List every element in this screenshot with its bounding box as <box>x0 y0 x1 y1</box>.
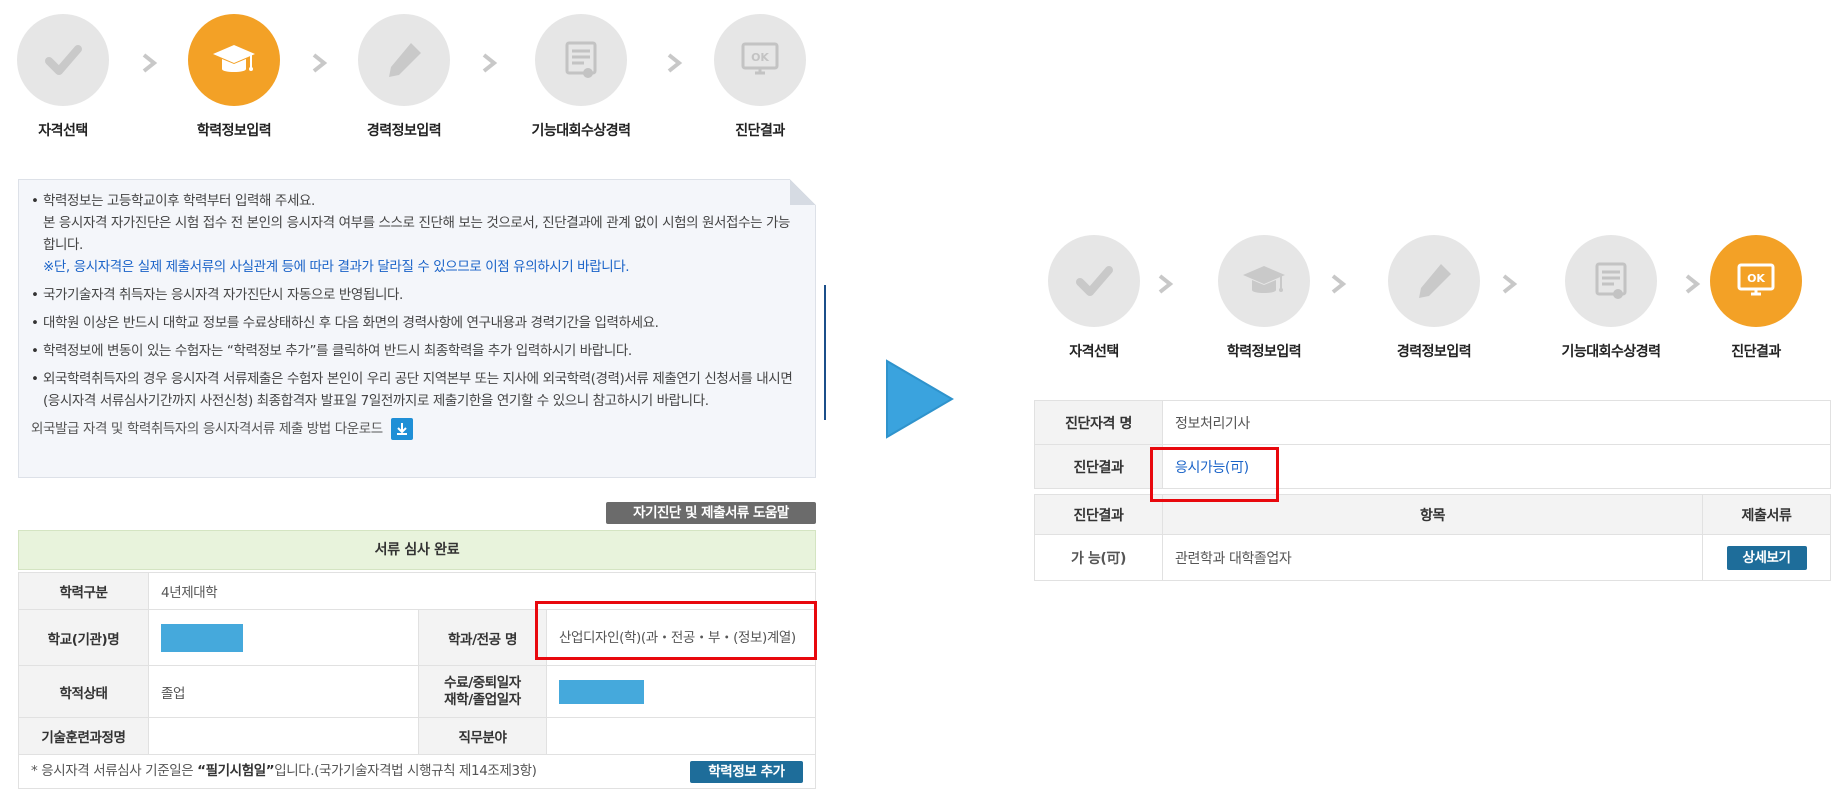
major-highlight-box <box>535 601 817 660</box>
left-step-education: 학력정보입력 <box>154 14 314 140</box>
download-row: 외국발급 자격 및 학력취득자의 응시자격서류 제출 방법 다운로드 <box>31 418 801 440</box>
result-highlight-box <box>1150 447 1279 502</box>
step-label: 기능대회수상경력 <box>531 123 631 139</box>
diagnosis-result-label: 진단결과 <box>1034 444 1163 489</box>
chevron-right-icon <box>1158 274 1174 294</box>
right-step-qualification: 자격선택 <box>1014 235 1174 361</box>
notice-item: 외국학력취득자의 경우 응시자격 서류제출은 수험자 본인이 우리 공단 지역본… <box>31 368 801 412</box>
table-row: 학적상태 졸업 수료/중퇴일자 재학/졸업일자 <box>18 665 816 718</box>
certificate-icon <box>565 41 597 78</box>
training-course-value <box>148 717 419 755</box>
step-label: 진단결과 <box>1731 344 1781 360</box>
qualification-name-label: 진단자격 명 <box>1034 400 1163 445</box>
school-name-label: 학교(기관)명 <box>18 609 149 666</box>
enrollment-status-value: 졸업 <box>148 665 419 718</box>
ok-monitor-icon: OK <box>741 42 779 75</box>
help-button[interactable]: 자기진단 및 제출서류 도움말 <box>606 502 816 524</box>
education-table: 학력구분 4년제대학 학교(기관)명 학과/전공 명 산업디자인(학)(과・전공… <box>18 572 816 755</box>
download-link-text[interactable]: 외국발급 자격 및 학력취득자의 응시자격서류 제출 방법 다운로드 <box>31 418 383 440</box>
step-label: 학력정보입력 <box>196 123 272 139</box>
download-icon[interactable] <box>390 418 413 440</box>
date-label: 수료/중퇴일자 재학/졸업일자 <box>418 665 547 718</box>
redacted-date <box>559 679 644 704</box>
step-label: 기능대회수상경력 <box>1561 344 1661 360</box>
chevron-right-icon <box>1331 274 1347 294</box>
column-header-result: 진단결과 <box>1034 494 1163 535</box>
row-result: 가 능(可) <box>1034 534 1163 581</box>
add-education-button[interactable]: 학력정보 추가 <box>690 761 803 783</box>
right-step-competition: 기능대회수상경력 <box>1531 235 1691 361</box>
pencil-icon <box>389 43 421 77</box>
left-step-competition: 기능대회수상경력 <box>501 14 661 140</box>
scrollbar[interactable] <box>824 285 826 420</box>
left-progress-steps: 자격선택 학력정보입력 경력정보입력 기능대회수상경력 OK 진단결과 <box>0 14 830 144</box>
certificate-icon <box>1595 262 1627 299</box>
graduation-cap-icon <box>213 45 255 72</box>
notice-warning: ※단, 응시자격은 실제 제출서류의 사실관계 등에 따라 결과가 달라질 수 … <box>43 259 630 275</box>
svg-text:OK: OK <box>1747 272 1765 285</box>
notice-item: 국가기술자격 취득자는 응시자격 자가진단시 자동으로 반영됩니다. <box>31 284 801 306</box>
training-course-label: 기술훈련과정명 <box>18 717 149 755</box>
graduation-cap-icon <box>1243 266 1285 293</box>
pencil-icon <box>1419 264 1451 298</box>
notice-list: 학력정보는 고등학교이후 학력부터 입력해 주세요. 본 응시자격 자가진단은 … <box>31 190 801 412</box>
step-label: 학력정보입력 <box>1226 344 1302 360</box>
table-row: 기술훈련과정명 직무분야 <box>18 717 816 755</box>
notice-item: 대학원 이상은 반드시 대학교 정보를 수료상태하신 후 다음 화면의 경력사항… <box>31 312 801 334</box>
view-details-button[interactable]: 상세보기 <box>1726 545 1807 570</box>
left-step-career: 경력정보입력 <box>324 14 484 140</box>
row-documents: 상세보기 <box>1702 534 1831 581</box>
right-step-career: 경력정보입력 <box>1354 235 1514 361</box>
enrollment-status-label: 학적상태 <box>18 665 149 718</box>
redacted-school-name <box>161 623 243 652</box>
qualification-name-value: 정보처리기사 <box>1162 400 1831 445</box>
right-step-result: OK 진단결과 <box>1676 235 1836 361</box>
step-label: 경력정보입력 <box>1396 344 1472 360</box>
job-field-label: 직무분야 <box>418 717 547 755</box>
notice-box: 학력정보는 고등학교이후 학력부터 입력해 주세요. 본 응시자격 자가진단은 … <box>18 179 816 478</box>
notice-item: 학력정보에 변동이 있는 수험자는 “학력정보 추가”를 클릭하여 반드시 최종… <box>31 340 801 362</box>
review-status-header: 서류 심사 완료 <box>18 530 816 570</box>
left-step-qualification: 자격선택 <box>0 14 143 140</box>
major-label: 학과/전공 명 <box>418 609 547 666</box>
diagnosis-detail-table: 진단결과 항목 제출서류 가 능(可) 관련학과 대학졸업자 상세보기 <box>1034 494 1831 581</box>
chevron-right-icon <box>482 53 498 73</box>
right-progress-steps: 자격선택 학력정보입력 경력정보입력 기능대회수상경력 OK 진단결과 <box>1016 235 1836 365</box>
play-arrow-icon <box>886 359 954 439</box>
ok-monitor-icon: OK <box>1737 263 1775 296</box>
step-label: 자격선택 <box>38 123 88 139</box>
right-step-education: 학력정보입력 <box>1184 235 1344 361</box>
education-type-label: 학력구분 <box>18 572 149 610</box>
step-label: 자격선택 <box>1069 344 1119 360</box>
column-header-documents: 제출서류 <box>1702 494 1831 535</box>
svg-text:OK: OK <box>751 51 769 64</box>
check-icon <box>1076 266 1113 296</box>
step-label: 경력정보입력 <box>366 123 442 139</box>
left-step-result: OK 진단결과 <box>680 14 840 140</box>
table-row: 진단자격 명 정보처리기사 <box>1034 400 1831 445</box>
date-value <box>546 665 816 718</box>
chevron-right-icon <box>1502 274 1518 294</box>
school-name-value <box>148 609 419 666</box>
step-label: 진단결과 <box>735 123 785 139</box>
education-footnote: * 응시자격 서류심사 기준일은 “필기시험일”입니다.(국가기술자격법 시행규… <box>18 755 816 789</box>
row-item: 관련학과 대학졸업자 <box>1162 534 1703 581</box>
check-icon <box>45 45 82 75</box>
table-row: 가 능(可) 관련학과 대학졸업자 상세보기 <box>1034 534 1831 581</box>
job-field-value <box>546 717 816 755</box>
notice-item: 학력정보는 고등학교이후 학력부터 입력해 주세요. 본 응시자격 자가진단은 … <box>31 190 801 278</box>
